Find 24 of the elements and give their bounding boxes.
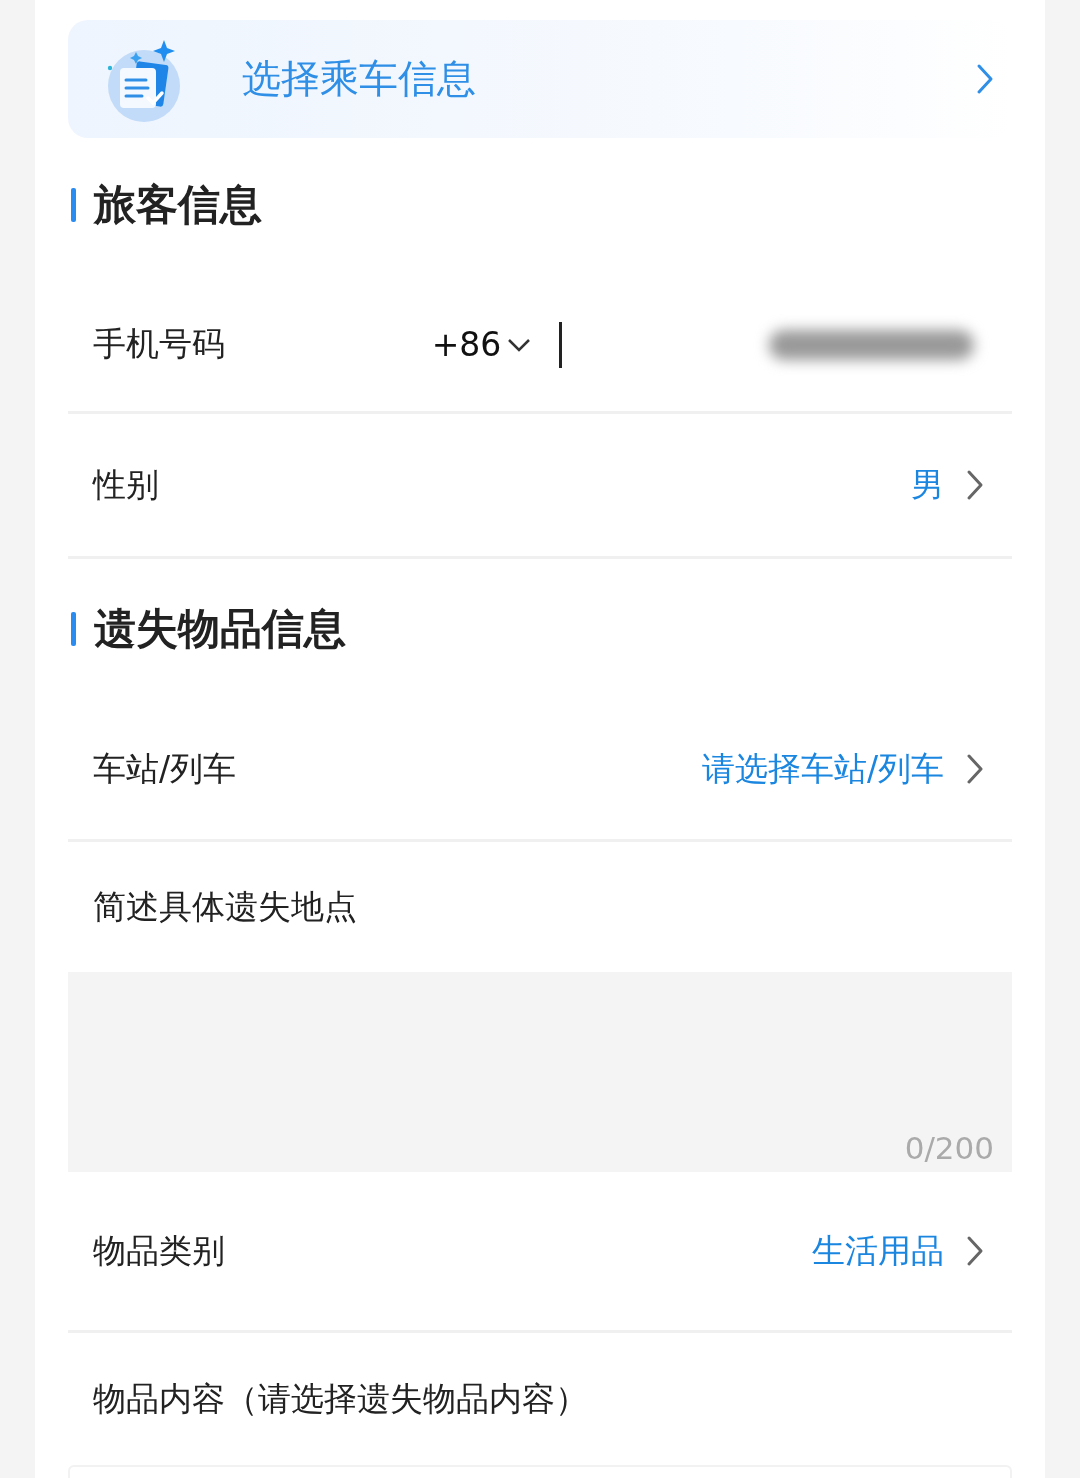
field-label: 物品内容（请选择遗失物品内容） <box>93 1378 588 1420</box>
chevron-right-icon <box>966 753 984 785</box>
field-label: 车站/列车 <box>93 747 237 790</box>
select-value[interactable]: 生活用品 <box>812 1228 944 1274</box>
chevron-right-icon <box>966 469 984 501</box>
field-label: 性别 <box>93 463 159 506</box>
field-label: 简述具体遗失地点 <box>93 885 357 928</box>
select-value[interactable]: 男 <box>911 462 944 508</box>
chevron-right-icon <box>976 63 994 95</box>
select-value[interactable]: 请选择车站/列车 <box>701 746 944 792</box>
section-title: 遗失物品信息 <box>94 603 346 655</box>
description-textarea[interactable]: 0/200 <box>68 972 1012 1172</box>
chevron-right-icon <box>966 1235 984 1267</box>
character-counter: 0/200 <box>904 1130 994 1166</box>
section-marker <box>71 188 76 222</box>
country-code-dropdown[interactable]: +86 <box>431 325 532 364</box>
banner-title: 选择乘车信息 <box>242 55 476 103</box>
section-marker <box>71 612 76 646</box>
chevron-down-icon <box>507 337 532 352</box>
field-label: 手机号码 <box>93 323 225 365</box>
blurred-phone-number[interactable] <box>769 329 974 360</box>
text-cursor <box>559 321 563 368</box>
field-label: 物品类别 <box>93 1229 225 1272</box>
section-title: 旅客信息 <box>94 179 262 231</box>
